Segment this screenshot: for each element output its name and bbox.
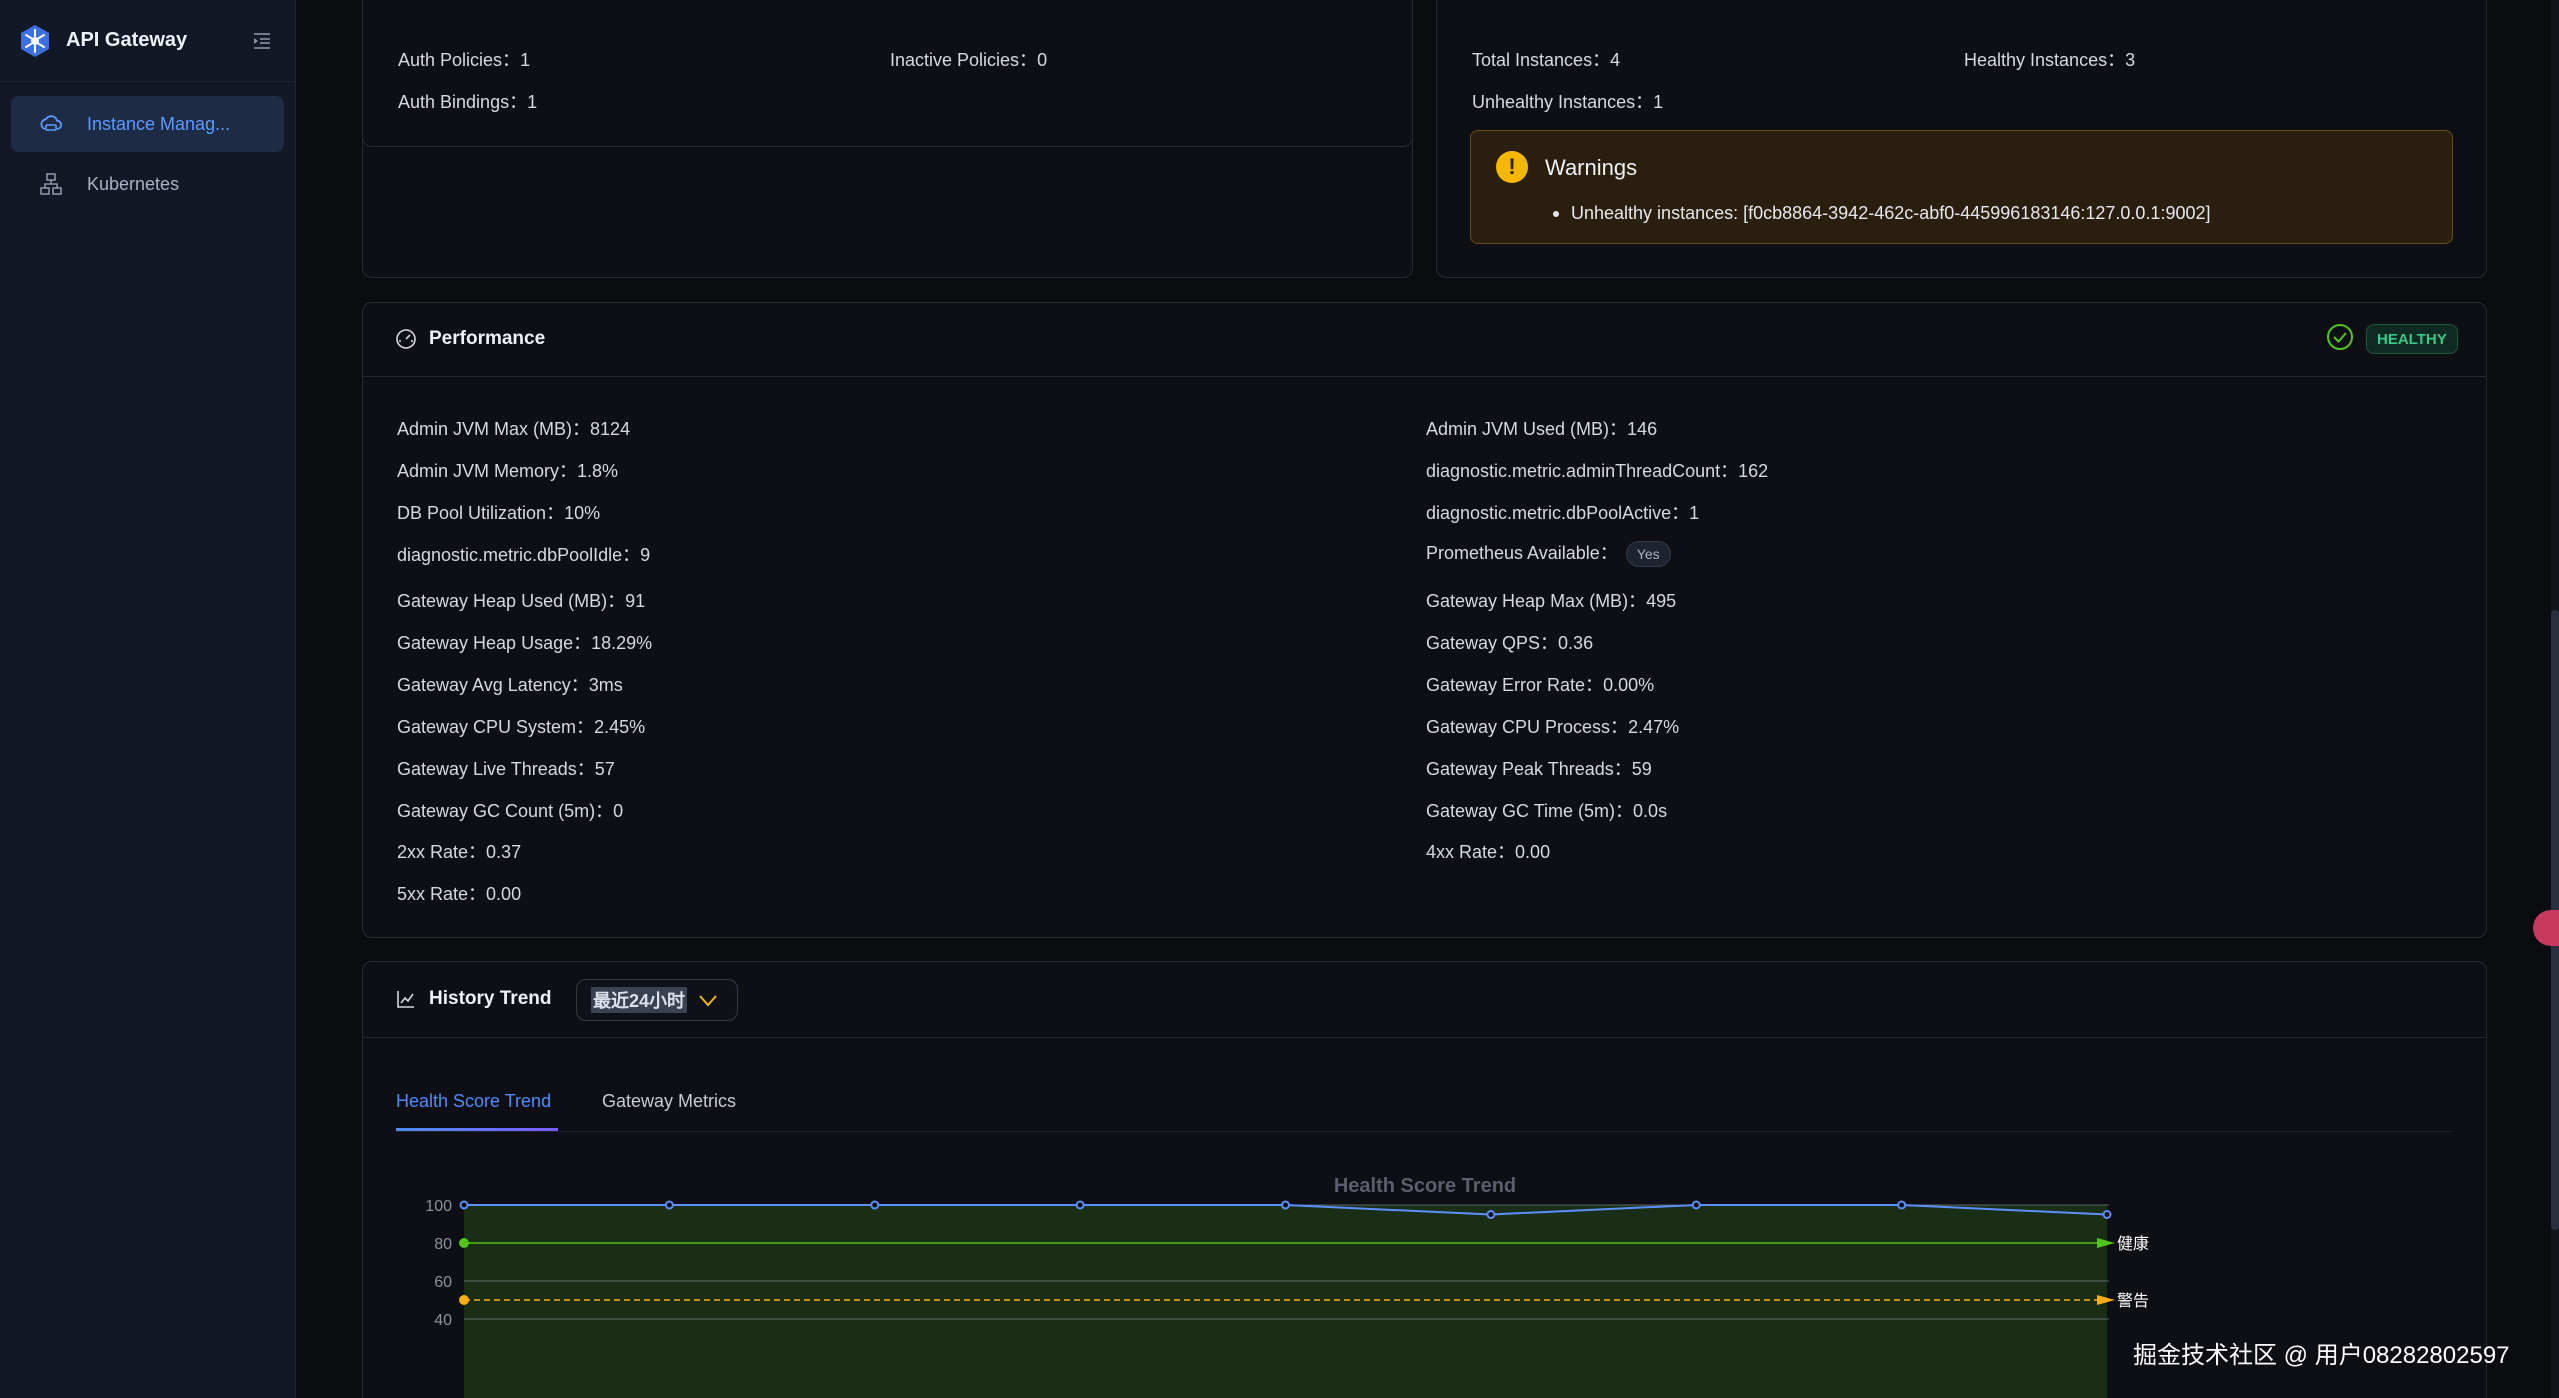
metric-gateway-cpu-process: Gateway CPU Process：2.47% [1426,717,1680,737]
sidebar: API Gateway Instance Manag... Kubernetes [0,0,296,1398]
tab-health-score-trend[interactable]: Health Score Trend [396,1091,551,1112]
auth-bindings: Auth Bindings：1 [398,92,538,112]
metric-gateway-heap-max: Gateway Heap Max (MB)：495 [1426,591,1677,611]
metric-prometheus-available: Prometheus Available： Yes [1426,539,1671,568]
data-point [1691,1200,1701,1210]
history-header: History Trend [395,988,551,1010]
warning-alert: ! Warnings Unhealthy instances: [f0cb886… [1470,130,2453,244]
sidebar-nav: Instance Manag... Kubernetes [0,82,295,230]
metric-gateway-error-rate: Gateway Error Rate：0.00% [1426,675,1655,695]
inactive-policies: Inactive Policies：0 [890,50,1048,70]
y-tick-label: 60 [434,1274,452,1291]
data-point [1281,1200,1290,1210]
metric-gateway-cpu-system: Gateway CPU System：2.45% [397,717,646,737]
metric-gateway-qps: Gateway QPS：0.36 [1426,633,1594,653]
line-chart-icon [397,991,414,1008]
history-title: History Trend [429,988,552,1009]
warning-item: Unhealthy instances: [f0cb8864-3942-462c… [1553,203,2211,223]
chart-title: Health Score Trend [1334,1175,1516,1197]
brand: API Gateway [0,0,295,82]
data-point [459,1200,469,1210]
performance-divider [363,376,2486,377]
auth-policies: Auth Policies：1 [398,50,531,70]
threshold-label: 健康 [2117,1234,2149,1253]
cloud-server-icon [40,115,63,131]
cluster-icon [40,173,62,195]
data-point [870,1200,880,1210]
metric-db-pool-utilization: DB Pool Utilization：10% [397,503,601,523]
y-tick-label: 100 [425,1198,452,1215]
floating-helper-button[interactable] [2533,910,2559,946]
tabs-divider [396,1131,2454,1132]
check-circle-icon [2327,324,2353,350]
data-point [2102,1210,2112,1219]
sidebar-item-instance-management[interactable]: Instance Manag... [11,96,284,152]
area-fill [464,1205,2107,1398]
metric-gateway-gc-time: Gateway GC Time (5m)：0.0s [1426,801,1668,821]
time-range-select[interactable]: 最近24小时 [576,979,738,1021]
y-tick-label: 40 [434,1312,452,1329]
sidebar-item-label: Kubernetes [87,173,180,194]
metric-2xx-rate: 2xx Rate：0.37 [397,842,522,862]
brand-logo-icon [21,24,49,57]
total-instances: Total Instances：4 [1472,50,1621,70]
metric-5xx-rate: 5xx Rate：0.00 [397,884,522,904]
metric-admin-jvm-memory: Admin JVM Memory：1.8% [397,461,619,481]
performance-panel [362,302,2487,938]
status-badge: HEALTHY [2366,324,2458,354]
tab-gateway-metrics[interactable]: Gateway Metrics [602,1091,736,1112]
watermark: 掘金技术社区 @ 用户08282802597 [2133,1342,2510,1369]
warning-title: Warnings [1545,155,1638,180]
metric-admin-jvm-max: Admin JVM Max (MB)：8124 [397,419,631,439]
metric-gateway-avg-latency: Gateway Avg Latency：3ms [397,675,623,695]
metric-4xx-rate: 4xx Rate：0.00 [1426,842,1551,862]
history-divider [363,1037,2486,1038]
dashboard-icon [396,329,416,349]
unhealthy-instances: Unhealthy Instances：1 [1472,92,1664,112]
sidebar-item-kubernetes[interactable]: Kubernetes [11,156,284,212]
data-point [1897,1200,1907,1210]
prometheus-yes-badge: Yes [1625,541,1671,568]
sidebar-item-label: Instance Manag... [87,113,231,134]
performance-header: Performance [395,328,545,350]
metric-gateway-heap-used: Gateway Heap Used (MB)：91 [397,591,646,611]
y-tick-label: 80 [434,1236,452,1253]
healthy-instances: Healthy Instances：3 [1964,50,2136,70]
data-point [1486,1210,1496,1219]
metric-db-pool-idle: diagnostic.metric.dbPoolIdle：9 [397,545,651,565]
data-point [1075,1200,1085,1210]
metric-db-pool-active: diagnostic.metric.dbPoolActive：1 [1426,503,1700,523]
metric-gateway-live-threads: Gateway Live Threads：57 [397,759,615,779]
auth-panel: Auth Policies：1 Inactive Policies：0 Auth… [362,0,1413,147]
brand-title: API Gateway [66,29,188,51]
threshold-label: 警告 [2117,1291,2149,1310]
metric-gateway-heap-usage: Gateway Heap Usage：18.29% [397,633,653,653]
data-point [664,1200,674,1210]
metric-gateway-gc-count: Gateway GC Count (5m)：0 [397,801,624,821]
threshold-start-marker [459,1238,469,1248]
threshold-start-marker [459,1295,469,1305]
menu-fold-icon[interactable] [251,30,273,52]
time-range-value: 最近24小时 [591,987,688,1013]
metric-admin-thread-count: diagnostic.metric.adminThreadCount：162 [1426,461,1769,481]
metric-gateway-peak-threads: Gateway Peak Threads：59 [1426,759,1652,779]
chevron-down-icon [699,995,717,1007]
metric-admin-jvm-used: Admin JVM Used (MB)：146 [1426,419,1658,439]
exclamation-icon: ! [1496,151,1528,183]
performance-title: Performance [429,328,546,349]
